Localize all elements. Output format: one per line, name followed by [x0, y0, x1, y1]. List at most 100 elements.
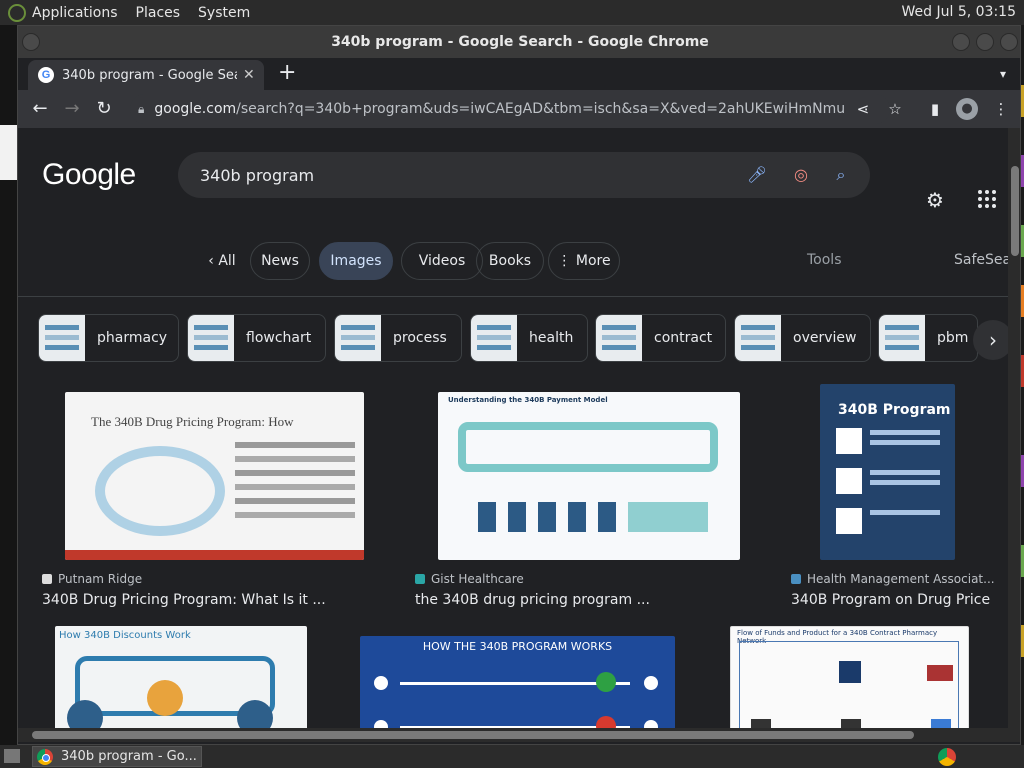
image-heading: HOW THE 340B PROGRAM WORKS [422, 640, 613, 653]
search-query[interactable]: 340b program [200, 166, 314, 185]
result-image[interactable]: The 340B Drug Pricing Program: How [65, 392, 364, 560]
filter-more[interactable]: ⋮ More [548, 242, 620, 280]
menu-system[interactable]: System [198, 5, 250, 21]
profile-avatar-icon[interactable]: ● [956, 98, 978, 120]
more-dots-icon: ⋮ [557, 253, 576, 269]
chip-process[interactable]: process [334, 314, 462, 362]
chip-health[interactable]: health [470, 314, 588, 362]
vertical-scroll-thumb[interactable] [1011, 166, 1019, 256]
google-apps-icon[interactable] [976, 188, 998, 210]
lock-icon[interactable]: 🔒︎ [138, 102, 144, 117]
result-source[interactable]: Health Management Associat... [807, 572, 995, 586]
result-title[interactable]: 340B Drug Pricing Program: What Is it ..… [42, 592, 342, 608]
result-title[interactable]: 340B Program on Drug Price... [791, 592, 991, 608]
vertical-scrollbar[interactable] [1008, 128, 1020, 728]
close-window-icon[interactable] [1000, 33, 1018, 51]
filter-books[interactable]: Books [476, 242, 544, 280]
chip-thumbnail [596, 315, 642, 361]
browser-toolbar: ← → ↻ 🔒︎ google.com/search?q=340b+progra… [18, 90, 1020, 128]
google-logo[interactable]: Google [42, 158, 136, 192]
chrome-icon [37, 748, 53, 765]
chip-thumbnail [39, 315, 85, 361]
result-source[interactable]: Putnam Ridge [58, 572, 142, 586]
browser-tab[interactable]: G 340b program - Google Search ✕ [28, 60, 264, 90]
result-title[interactable]: the 340B drug pricing program ... [415, 592, 715, 608]
search-icon[interactable]: ⌕ [830, 164, 852, 186]
result-image[interactable]: Flow of Funds and Product for a 340B Con… [730, 626, 969, 728]
search-box[interactable]: 340b program 🎤︎ ◎ ⌕ [178, 152, 870, 198]
google-favicon-icon: G [38, 67, 54, 83]
show-desktop-icon[interactable] [4, 749, 20, 763]
desktop-wedge [0, 125, 18, 180]
panel-clock[interactable]: Wed Jul 5, 03:15 [902, 4, 1016, 20]
chip-thumbnail [471, 315, 517, 361]
chips-next-chevron-icon[interactable]: › [973, 320, 1008, 360]
filter-all[interactable]: ‹ All [184, 242, 260, 280]
new-tab-button[interactable]: + [278, 62, 296, 84]
horizontal-scroll-thumb[interactable] [32, 731, 914, 739]
horizontal-scrollbar[interactable] [18, 728, 1020, 742]
minimize-icon[interactable] [952, 33, 970, 51]
share-icon[interactable]: ⋖ [852, 98, 874, 120]
tab-title: 340b program - Google Search [62, 67, 237, 83]
menu-applications[interactable]: Applications [32, 5, 118, 21]
chip-contract[interactable]: contract [595, 314, 726, 362]
filter-news[interactable]: News [250, 242, 310, 280]
window-menu-icon[interactable] [22, 33, 40, 51]
forward-arrow-icon[interactable]: → [59, 96, 85, 122]
site-favicon-icon [415, 574, 425, 584]
chip-overview[interactable]: overview [734, 314, 871, 362]
back-arrow-icon[interactable]: ← [27, 96, 53, 122]
chevron-left-icon: ‹ [208, 253, 219, 269]
bookmark-star-icon[interactable]: ☆ [884, 98, 906, 120]
image-heading: 340B Program [838, 402, 951, 418]
window-title: 340b program - Google Search - Google Ch… [331, 34, 709, 50]
chip-thumbnail [735, 315, 781, 361]
url-path: /search?q=340b+program&uds=iwCAEgAD&tbm=… [236, 101, 845, 117]
filter-videos[interactable]: Videos [401, 242, 483, 280]
safesearch-link[interactable]: SafeSear [954, 252, 1008, 268]
chip-flowchart[interactable]: flowchart [187, 314, 326, 362]
site-favicon-icon [42, 574, 52, 584]
task-label: 340b program - Go... [61, 749, 197, 764]
address-bar[interactable]: 🔒︎ google.com/search?q=340b+program&uds=… [130, 94, 890, 124]
side-panel-icon[interactable]: ▮ [924, 98, 946, 120]
menu-places[interactable]: Places [136, 5, 181, 21]
result-image[interactable]: HOW THE 340B PROGRAM WORKS [360, 636, 675, 728]
maximize-icon[interactable] [976, 33, 994, 51]
google-results-page: Google 340b program 🎤︎ ◎ ⌕ ⚙ ‹ All News … [18, 128, 1008, 728]
url-host: google.com [154, 101, 237, 117]
window-titlebar[interactable]: 340b program - Google Search - Google Ch… [18, 26, 1020, 58]
tray-chrome-icon[interactable] [938, 748, 956, 766]
lens-camera-icon[interactable]: ◎ [790, 164, 812, 186]
tab-strip: G 340b program - Google Search ✕ + ▾ [18, 58, 1020, 90]
bottom-taskbar: 340b program - Go... [0, 745, 1024, 768]
settings-gear-icon[interactable]: ⚙ [926, 188, 944, 212]
chip-pbm[interactable]: pbm [878, 314, 978, 362]
site-favicon-icon [791, 574, 801, 584]
chrome-menu-icon[interactable]: ⋮ [990, 98, 1012, 120]
chip-thumbnail [188, 315, 234, 361]
url-text[interactable]: google.com/search?q=340b+program&uds=iwC… [154, 101, 844, 117]
filter-images[interactable]: Images [319, 242, 393, 280]
microphone-icon[interactable]: 🎤︎ [746, 164, 768, 186]
desktop-left-edge [0, 25, 18, 745]
result-image[interactable]: Understanding the 340B Payment Model [438, 392, 740, 560]
tools-link[interactable]: Tools [807, 252, 842, 268]
filters-divider [18, 296, 1008, 297]
chip-thumbnail [879, 315, 925, 361]
tab-search-chevron-icon[interactable]: ▾ [1000, 67, 1006, 81]
os-logo-icon[interactable] [8, 3, 26, 22]
result-image[interactable]: 340B Program [820, 384, 955, 560]
reload-icon[interactable]: ↻ [91, 96, 117, 122]
image-heading: How 340B Discounts Work [59, 630, 191, 641]
tab-close-icon[interactable]: ✕ [243, 67, 255, 83]
image-heading: Understanding the 340B Payment Model [448, 396, 608, 404]
image-heading: The 340B Drug Pricing Program: How [91, 414, 294, 429]
result-source[interactable]: Gist Healthcare [431, 572, 524, 586]
search-filters: ‹ All News Images Videos Books ⋮ More To… [18, 242, 1008, 282]
chip-pharmacy[interactable]: pharmacy [38, 314, 179, 362]
taskbar-chrome-task[interactable]: 340b program - Go... [32, 746, 202, 767]
chrome-window: 340b program - Google Search - Google Ch… [17, 25, 1021, 745]
result-image[interactable]: How 340B Discounts Work [55, 626, 307, 728]
